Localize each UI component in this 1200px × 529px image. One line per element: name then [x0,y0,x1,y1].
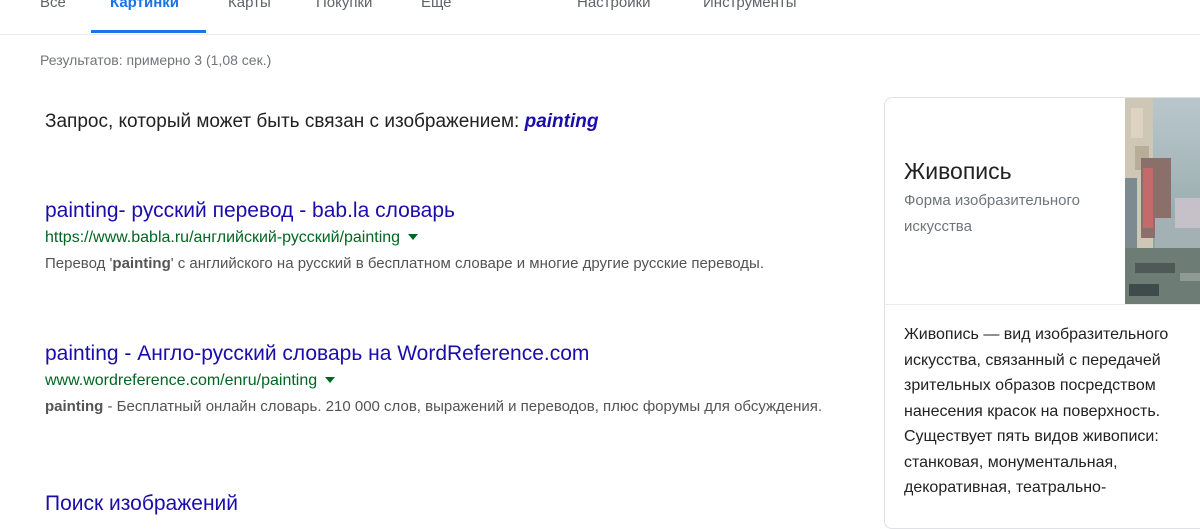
result-url: www.wordreference.com/enru/painting [45,370,835,392]
tab-maps[interactable]: Карты [228,0,271,11]
tab-more[interactable]: Еще [421,0,452,11]
tab-tools[interactable]: Инструменты [703,0,797,11]
result-title-link-cutoff[interactable]: Поиск изображений [45,492,238,516]
result-url-text[interactable]: www.wordreference.com/enru/painting [45,372,317,389]
result-title-link[interactable]: painting - Англо-русский словарь на Word… [45,341,835,367]
result-stats: Результатов: примерно 3 (1,08 сек.) [40,52,272,68]
knowledge-panel-header: Живопись Форма изобразительного искусств… [885,98,1200,305]
search-tabs-bar: Все Картинки Карты Покупки Еще Настройки… [0,0,1200,35]
tab-all[interactable]: Все [40,0,66,11]
tab-settings[interactable]: Настройки [577,0,651,11]
tab-shopping[interactable]: Покупки [316,0,372,11]
search-result: painting- русский перевод - bab.la слова… [45,198,835,277]
search-result: painting - Англо-русский словарь на Word… [45,341,835,420]
snippet-highlight: painting [45,398,104,415]
knowledge-panel-description: Живопись — вид изобразительного искусств… [904,326,1169,496]
related-query-prefix: Запрос, который может быть связан с изоб… [45,111,525,132]
knowledge-panel: Живопись Форма изобразительного искусств… [884,97,1200,529]
result-snippet: Перевод 'painting' с английского на русс… [45,255,764,272]
active-tab-indicator [91,30,206,33]
tab-images[interactable]: Картинки [110,0,179,11]
knowledge-panel-title: Живопись [904,158,1012,184]
result-url-text[interactable]: https://www.babla.ru/английский-русский/… [45,229,400,246]
knowledge-panel-subtitle: Форма изобразительного искусства [904,192,1080,235]
caret-down-icon[interactable] [325,377,336,383]
related-query: Запрос, который может быть связан с изоб… [45,111,598,133]
result-url: https://www.babla.ru/английский-русский/… [45,227,835,249]
related-query-link[interactable]: painting [525,111,599,132]
caret-down-icon[interactable] [408,234,419,240]
snippet-highlight: painting [112,255,171,272]
painting-thumbnail[interactable] [1125,98,1200,304]
result-snippet: painting - Бесплатный онлайн словарь. 21… [45,398,823,415]
result-title-link[interactable]: painting- русский перевод - bab.la слова… [45,198,835,224]
